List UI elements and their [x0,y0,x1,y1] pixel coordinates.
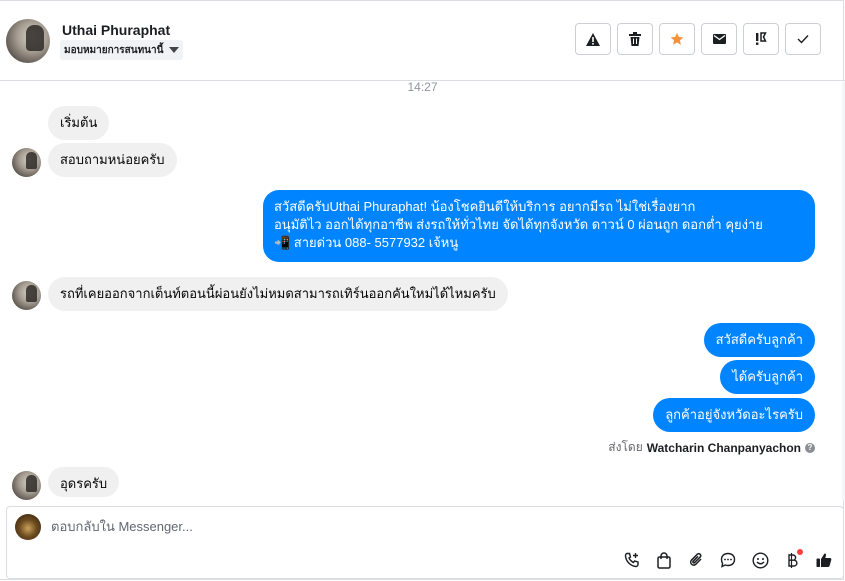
baht-icon [788,552,798,568]
shopping-bag-icon [657,551,671,569]
assign-conversation-dropdown[interactable]: มอบหมายการสนทนานี้ [60,40,184,60]
outgoing-message[interactable]: สวัสดีครับลูกค้า [703,323,815,357]
thumbs-up-icon [816,553,832,567]
emoji-icon [751,551,769,569]
sent-by-label: ส่งโดย [608,440,643,454]
notification-dot [797,549,803,555]
report-spam-button[interactable] [575,23,611,55]
payment-button[interactable] [781,549,803,571]
check-icon [797,35,809,44]
incoming-message[interactable]: เริ่มต้น [48,106,110,140]
outgoing-message[interactable]: ได้ครับลูกค้า [720,360,815,394]
mark-unread-button[interactable] [701,23,737,55]
contact-avatar[interactable] [6,19,50,63]
incoming-message[interactable]: สอบถามหน่อยครับ [48,143,177,177]
assign-label: มอบหมายการสนทนานี้ [64,44,164,56]
trash-icon [629,32,641,46]
delete-button[interactable] [617,23,653,55]
incoming-message[interactable]: อุดรครับ [48,467,120,497]
call-button[interactable] [621,549,643,571]
attachment-icon [689,552,702,566]
reply-input[interactable] [51,519,751,534]
outgoing-message[interactable]: สวัสดีครับUthai Phuraphat! น้องโชคยินดีใ… [263,190,815,262]
mark-done-button[interactable] [785,23,821,55]
saved-replies-button[interactable] [717,549,739,571]
emoji-button[interactable] [749,549,771,571]
message-timestamp: 14:27 [407,80,438,94]
outgoing-message[interactable]: ลูกค้าอยู่จังหวัดอะไรครับ [653,398,815,432]
shop-button[interactable] [653,549,675,571]
sent-by-name[interactable]: Watcharin Chanpanyachon [647,441,801,455]
star-icon [670,32,684,45]
message-line: 📲 สายด่วน 088- 5577932 เจ้หนู [274,235,459,250]
envelope-icon [712,34,726,44]
warning-icon [586,32,600,46]
like-button[interactable] [813,549,835,571]
chat-bubble-icon [720,552,736,568]
contact-avatar-small [12,148,41,177]
page-avatar [15,514,41,540]
phone-plus-icon [624,552,639,568]
composer-toolbar [621,549,835,571]
contact-name[interactable]: Uthai Phuraphat [62,22,170,38]
help-icon[interactable]: ? [805,442,815,453]
header-actions [575,23,821,55]
message-line: สวัสดีครับUthai Phuraphat! น้องโชคยินดีใ… [274,199,696,214]
attach-button[interactable] [685,549,707,571]
sent-by-info: ส่งโดย Watcharin Chanpanyachon ? [608,438,815,457]
incoming-message[interactable]: รถที่เคยออกจากเต็นท์ตอนนี้ผ่อนยังไม่หมดส… [48,277,508,311]
message-line: อนุมัติไว ออกได้ทุกอาชีพ ส่งรถให้ทั่วไทย… [274,217,763,232]
contact-avatar-small [12,471,41,500]
conversation-header: Uthai Phuraphat มอบหมายการสนทนานี้ [0,0,845,81]
follow-up-button[interactable] [743,23,779,55]
star-button[interactable] [659,23,695,55]
reply-composer [6,506,844,579]
caret-down-icon [169,47,180,53]
contact-avatar-small [12,281,41,310]
follow-up-icon [756,32,767,45]
